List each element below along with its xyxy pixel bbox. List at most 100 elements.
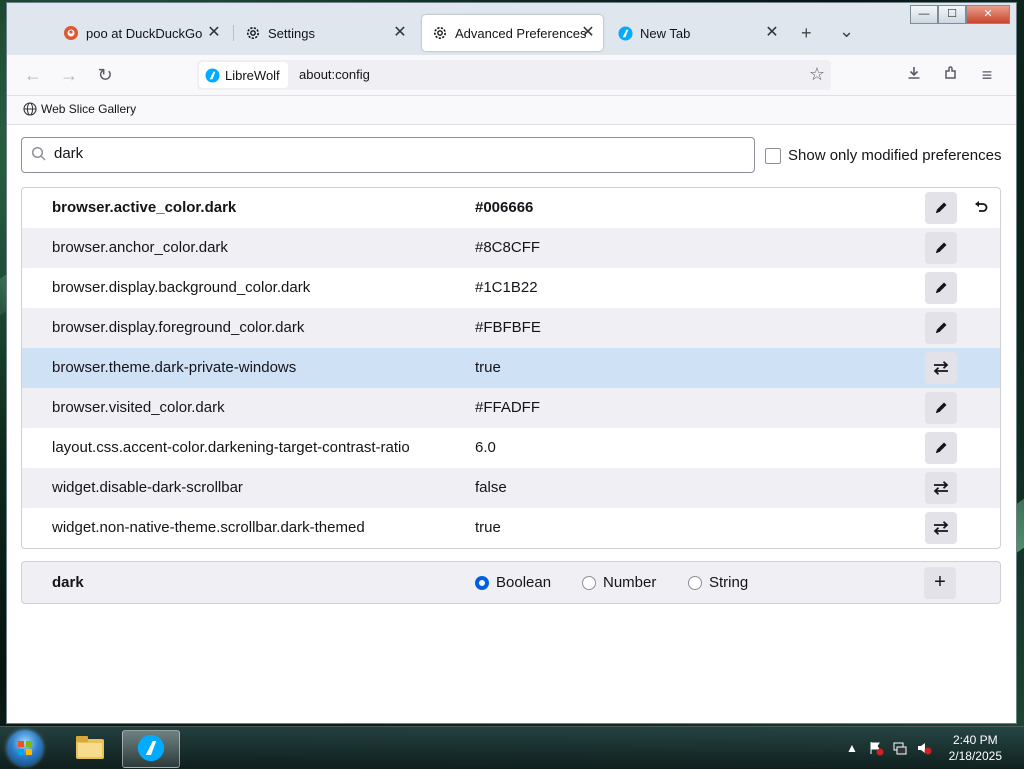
radio-button[interactable] — [475, 575, 489, 590]
url-bar[interactable]: LibreWolf about:config ☆ — [197, 60, 831, 90]
action-center-icon[interactable] — [868, 740, 884, 756]
search-box[interactable] — [21, 137, 755, 173]
preference-name: widget.non-native-theme.scrollbar.dark-t… — [52, 519, 365, 536]
bookmarks-toolbar: Web Slice Gallery — [7, 96, 1016, 125]
preference-row[interactable]: browser.active_color.dark #006666 — [22, 188, 1000, 228]
preferences-table: browser.active_color.dark #006666 browser.… — [21, 187, 1001, 549]
preference-value: #8C8CFF — [475, 239, 541, 256]
extensions-button[interactable] — [939, 63, 963, 87]
preference-name: layout.css.accent-color.darkening-target… — [52, 439, 410, 456]
bookmark-label: Web Slice Gallery — [41, 102, 137, 116]
bookmark-web-slice-gallery[interactable]: Web Slice Gallery — [23, 102, 136, 116]
clock-date: 2/18/2025 — [948, 749, 1002, 763]
menu-button[interactable]: ≡ — [975, 63, 999, 87]
preference-row[interactable]: browser.display.foreground_color.dark #FB… — [22, 308, 1000, 348]
tab-advanced-preferences[interactable]: Advanced Preferences ✕ — [422, 15, 603, 51]
volume-muted-icon[interactable] — [916, 740, 932, 756]
preference-row[interactable]: browser.theme.dark-private-windows true — [22, 348, 1000, 388]
pencil-icon — [933, 200, 949, 216]
taskbar: ▲ 2:40 PM 2/18/2025 — [0, 726, 1024, 769]
new-tab-button[interactable]: + — [801, 23, 812, 44]
edit-button[interactable] — [925, 432, 957, 464]
tab-label: Settings — [268, 25, 315, 41]
type-radio-string[interactable]: String — [688, 574, 748, 591]
edit-button[interactable] — [925, 312, 957, 344]
preference-row[interactable]: widget.non-native-theme.scrollbar.dark-t… — [22, 508, 1000, 548]
add-preference-button[interactable]: + — [924, 567, 956, 599]
reset-button[interactable] — [965, 192, 997, 224]
taskbar-librewolf[interactable] — [122, 730, 180, 768]
preference-name: browser.visited_color.dark — [52, 399, 225, 416]
file-explorer-icon — [74, 733, 106, 764]
toggle-button[interactable] — [925, 352, 957, 384]
bookmark-star-icon[interactable]: ☆ — [809, 64, 825, 85]
search-input[interactable] — [52, 144, 736, 163]
new-preference-name: dark — [52, 574, 84, 591]
preference-value: 6.0 — [475, 439, 496, 456]
url-text[interactable]: about:config — [299, 67, 370, 82]
gear-icon — [432, 25, 448, 41]
tab-label: poo at DuckDuckGo — [86, 25, 203, 41]
close-tab-icon[interactable]: ✕ — [391, 24, 409, 42]
preference-row[interactable]: browser.visited_color.dark #FFADFF — [22, 388, 1000, 428]
preference-row[interactable]: browser.display.background_color.dark #1C… — [22, 268, 1000, 308]
show-modified-toggle[interactable]: Show only modified preferences — [765, 147, 1001, 164]
toggle-arrows-icon — [932, 360, 950, 376]
preference-row[interactable]: browser.anchor_color.dark #8C8CFF — [22, 228, 1000, 268]
toggle-arrows-icon — [932, 480, 950, 496]
add-preference-row: dark Boolean Number String + — [21, 561, 1001, 604]
tab-label: New Tab — [640, 25, 691, 41]
edit-button[interactable] — [925, 192, 957, 224]
taskbar-file-explorer[interactable] — [62, 730, 118, 766]
radio-label: String — [709, 574, 749, 591]
undo-icon — [973, 200, 989, 216]
show-modified-checkbox[interactable] — [765, 147, 781, 164]
radio-label: Number — [603, 574, 657, 591]
downloads-button[interactable] — [902, 63, 926, 87]
edit-button[interactable] — [925, 272, 957, 304]
preference-name: browser.anchor_color.dark — [52, 239, 228, 256]
edit-button[interactable] — [925, 392, 957, 424]
type-radio-boolean[interactable]: Boolean — [475, 574, 551, 591]
toggle-button[interactable] — [925, 512, 957, 544]
librewolf-icon — [205, 67, 220, 83]
forward-button[interactable]: → — [57, 63, 81, 87]
close-tab-icon[interactable]: ✕ — [205, 24, 223, 42]
system-tray: ▲ 2:40 PM 2/18/2025 — [824, 727, 1024, 769]
radio-button[interactable] — [688, 575, 702, 590]
preference-row[interactable]: layout.css.accent-color.darkening-target… — [22, 428, 1000, 468]
toggle-button[interactable] — [925, 472, 957, 504]
navigation-toolbar: ← → ↻ LibreWolf about:config ☆ ≡ — [7, 55, 1016, 96]
preference-row[interactable]: widget.disable-dark-scrollbar false — [22, 468, 1000, 508]
preference-name: widget.disable-dark-scrollbar — [52, 479, 243, 496]
close-tab-icon[interactable]: ✕ — [579, 24, 597, 42]
back-button[interactable]: ← — [21, 63, 45, 87]
pencil-icon — [933, 280, 949, 296]
identity-box[interactable]: LibreWolf — [199, 62, 288, 88]
tab-separator — [233, 25, 234, 41]
edit-button[interactable] — [925, 232, 957, 264]
network-icon[interactable] — [892, 740, 908, 756]
preference-name: browser.active_color.dark — [52, 199, 237, 216]
tab-duckduckgo[interactable]: poo at DuckDuckGo ✕ — [53, 15, 229, 51]
librewolf-icon — [137, 734, 165, 765]
list-all-tabs-button[interactable]: ⌄ — [839, 21, 854, 42]
show-hidden-icons-icon[interactable]: ▲ — [846, 741, 862, 757]
tab-settings[interactable]: Settings ✕ — [235, 15, 415, 51]
start-button[interactable] — [7, 730, 43, 766]
browser-window: — ☐ ✕ poo at DuckDuckGo ✕ Settings ✕ Adv… — [6, 2, 1017, 724]
close-tab-icon[interactable]: ✕ — [763, 24, 781, 42]
preference-value: #FFADFF — [475, 399, 541, 416]
radio-button[interactable] — [582, 575, 596, 590]
type-radio-number[interactable]: Number — [582, 574, 656, 591]
preference-name: browser.theme.dark-private-windows — [52, 359, 297, 376]
librewolf-icon — [617, 25, 633, 41]
tab-new-tab[interactable]: New Tab ✕ — [607, 15, 787, 51]
clock[interactable]: 2:40 PM 2/18/2025 — [949, 732, 1002, 764]
pencil-icon — [933, 400, 949, 416]
show-modified-label: Show only modified preferences — [788, 147, 1002, 164]
reload-button[interactable]: ↻ — [93, 63, 117, 87]
clock-time: 2:40 PM — [952, 733, 998, 747]
preference-value: #FBFBFE — [475, 319, 541, 336]
tab-strip: poo at DuckDuckGo ✕ Settings ✕ Advanced … — [7, 13, 1016, 53]
